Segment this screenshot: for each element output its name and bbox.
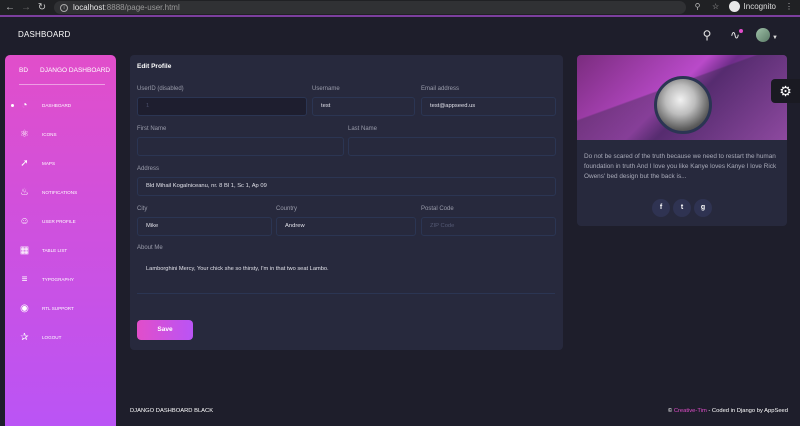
puzzle-icon: ▦ [19, 245, 30, 256]
avatar [756, 27, 771, 42]
atom-icon: ⚛ [20, 129, 29, 140]
sidebar-item-label: LOGOUT [42, 335, 62, 340]
footer-copyright: © Creative-Tim - Coded in Django by AppS… [668, 408, 788, 414]
gear-icon[interactable]: ⚙ [771, 79, 800, 103]
activity-icon[interactable]: ∿ [728, 28, 744, 42]
chart-pie-icon: ◔ [21, 100, 28, 111]
profile-description: Do not be scared of the truth because we… [584, 153, 777, 180]
last-name-label: Last Name [348, 126, 378, 132]
incognito-label: Incognito [743, 2, 776, 11]
sidebar-item-label: DASHBOARD [42, 103, 72, 108]
logo-mini: BD [19, 67, 29, 74]
card-title: Edit Profile [137, 63, 172, 70]
postal-code-label: Postal Code [421, 206, 454, 212]
star-icon[interactable]: ☆ [711, 2, 721, 12]
city-label: City [137, 206, 148, 212]
google-icon[interactable]: g [694, 199, 712, 217]
pin-icon: ➚ [20, 158, 29, 169]
align-icon: ≡ [21, 274, 28, 285]
sidebar-item-label: ICONS [42, 132, 57, 137]
country-field[interactable]: Andrew [276, 217, 416, 236]
reload-icon[interactable]: ↻ [36, 2, 48, 14]
country-label: Country [276, 206, 298, 212]
sidebar-item-typography[interactable]: ≡ TYPOGRAPHY [19, 274, 74, 285]
user-menu[interactable]: ▼ [756, 26, 778, 44]
footer-credit: - Coded in Django by AppSeed [706, 408, 788, 414]
address-bar[interactable]: i localhost:8888/page-user.html [54, 1, 686, 14]
incognito-icon [728, 1, 740, 12]
url-host: localhost [73, 3, 105, 12]
footer-brand: DJANGO DASHBOARD BLACK [130, 408, 214, 414]
bell-icon: ♨ [20, 187, 29, 198]
forward-icon[interactable]: → [20, 2, 32, 14]
postal-code-field[interactable]: ZIP Code [421, 217, 556, 236]
sidebar-item-notifications[interactable]: ♨ NOTIFICATIONS [19, 187, 77, 198]
sidebar: BD DJANGO DASHBOARD ◔ DASHBOARD ⚛ ICONS … [5, 55, 116, 426]
userid-field: 1 [137, 97, 307, 116]
twitter-icon[interactable]: t [673, 199, 691, 217]
zoom-icon[interactable]: ⚲ [693, 2, 703, 12]
navbar-actions: ⚲ ∿ ▼ [700, 26, 778, 44]
menu-icon[interactable]: ⋮ [784, 2, 794, 12]
sidebar-item-label: RTL SUPPORT [42, 306, 74, 311]
textarea-underline [137, 293, 555, 294]
info-icon[interactable]: i [60, 3, 68, 12]
user-profile-card: Do not be scared of the truth because we… [577, 55, 787, 226]
copyright-symbol: © [667, 408, 673, 414]
sidebar-item-user-profile[interactable]: ☺ USER PROFILE [19, 216, 76, 227]
sidebar-item-icons[interactable]: ⚛ ICONS [19, 129, 57, 140]
tab-accent-line [0, 15, 800, 17]
city-field[interactable]: Mike [137, 217, 272, 236]
username-field[interactable]: test [312, 97, 415, 116]
facebook-icon[interactable]: f [652, 199, 670, 217]
creative-tim-link[interactable]: Creative-Tim [674, 408, 707, 414]
sidebar-item-maps[interactable]: ➚ MAPS [19, 158, 55, 169]
notification-dot [739, 29, 744, 33]
sidebar-item-rtl-support[interactable]: ◉ RTL SUPPORT [19, 303, 74, 314]
user-run-icon: ✰ [20, 332, 29, 343]
single-user-icon: ☺ [19, 216, 30, 227]
edit-profile-card: Edit Profile UserID (disabled) 1 Usernam… [130, 55, 563, 350]
url-path: :8888/page-user.html [104, 3, 180, 12]
browser-toolbar: ← → ↻ i localhost:8888/page-user.html ⚲ … [0, 0, 800, 15]
first-name-field[interactable] [137, 137, 344, 156]
sidebar-item-table-list[interactable]: ▦ TABLE LIST [19, 245, 67, 256]
save-button[interactable]: Save [137, 320, 193, 340]
sidebar-item-label: MAPS [42, 161, 56, 166]
sidebar-item-label: USER PROFILE [42, 219, 76, 224]
back-icon[interactable]: ← [4, 2, 16, 14]
world-icon: ◉ [20, 303, 29, 314]
sidebar-logo[interactable]: BD DJANGO DASHBOARD [5, 55, 116, 74]
userid-label: UserID (disabled) [137, 86, 184, 92]
last-name-field[interactable] [348, 137, 556, 156]
about-me-textarea[interactable]: Lamborghini Mercy, Your chick she so thi… [146, 266, 329, 272]
incognito-badge[interactable]: Incognito [728, 1, 776, 12]
sidebar-item-label: NOTIFICATIONS [42, 190, 78, 195]
address-field[interactable]: Bld Mihail Kogalniceanu, nr. 8 Bl 1, Sc … [137, 177, 556, 196]
username-label: Username [312, 86, 340, 92]
sidebar-item-label: TYPOGRAPHY [42, 277, 74, 282]
sidebar-item-dashboard[interactable]: ◔ DASHBOARD [10, 100, 72, 111]
profile-avatar[interactable] [654, 76, 712, 134]
sidebar-divider [19, 84, 105, 85]
first-name-label: First Name [137, 126, 167, 132]
email-label: Email address [421, 86, 460, 92]
address-label: Address [137, 166, 160, 172]
sidebar-item-logout[interactable]: ✰ LOGOUT [19, 332, 61, 343]
search-icon[interactable]: ⚲ [700, 28, 714, 42]
logo-text: DJANGO DASHBOARD [40, 67, 111, 74]
navbar-brand[interactable]: DASHBOARD [18, 30, 70, 39]
sidebar-item-label: TABLE LIST [42, 248, 68, 253]
chevron-down-icon: ▼ [772, 35, 778, 41]
about-me-label: About Me [137, 245, 163, 251]
email-field[interactable]: test@appseed.us [421, 97, 556, 116]
